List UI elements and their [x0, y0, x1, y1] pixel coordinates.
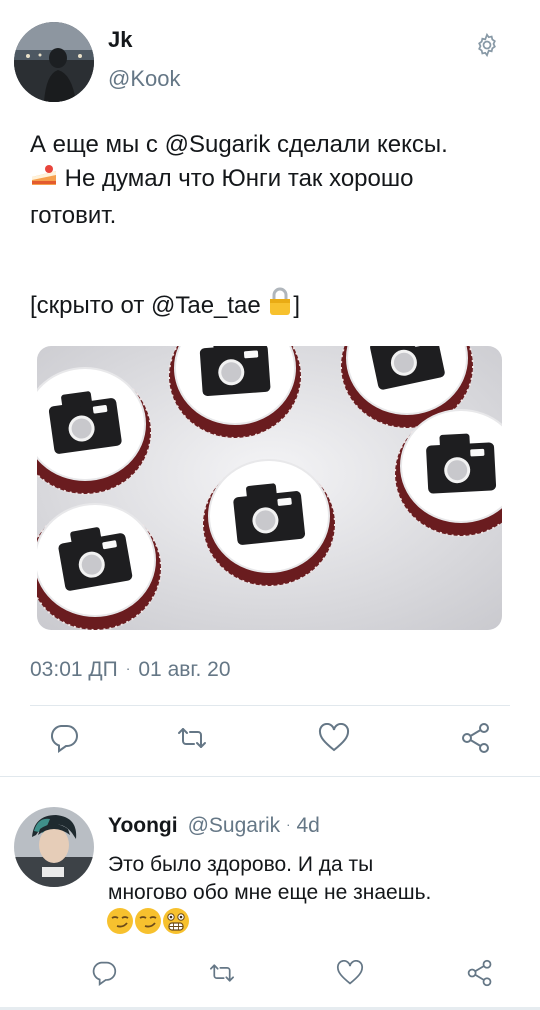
main-tweet: Jk @Kook А еще мы с @Sugarik сделали кек…	[0, 0, 540, 775]
reply-author-handle[interactable]: @Sugarik	[188, 814, 281, 837]
reply-emojis	[106, 907, 190, 937]
author-avatar[interactable]	[14, 22, 94, 102]
tweet-date: 01 авг. 20	[138, 658, 231, 681]
reply-tweet[interactable]: Yoongi @Sugarik · 4d Это было здорово. И да…	[0, 777, 540, 1010]
tweet-timestamp[interactable]: 03:01 ДП · 01 авг. 20	[30, 658, 231, 682]
smirk-emoji	[106, 907, 134, 940]
tweet-time: 03:01 ДП	[30, 658, 118, 681]
reply-age: 4d	[296, 814, 320, 837]
share-icon[interactable]	[462, 955, 498, 991]
heart-icon[interactable]	[316, 720, 352, 756]
reply-avatar[interactable]	[14, 807, 94, 887]
cake-emoji	[30, 163, 58, 199]
reply-author-name[interactable]: Yoongi	[108, 814, 178, 837]
author-name[interactable]: Jk	[108, 27, 132, 53]
gear-icon[interactable]	[474, 32, 500, 58]
timestamp-separator: ·	[125, 660, 131, 676]
tweet-text-line-3: готовит.	[30, 202, 117, 229]
reply-actions	[0, 955, 540, 991]
reply-separator: ·	[286, 817, 291, 832]
reply-header: Yoongi @Sugarik · 4d	[108, 814, 320, 838]
reply-text: Это было здорово. И да ты многово обо мн…	[108, 851, 528, 907]
hidden-from-note: [скрыто от @Tae_tae ]	[30, 286, 300, 326]
reply-icon[interactable]	[86, 955, 122, 991]
tweet-text: А еще мы с @Sugarik сделали кексы. Не ду…	[30, 128, 520, 233]
reply-text-line-1: Это было здорово. И да ты	[108, 853, 374, 876]
tweet-text-line-2: Не думал что Юнги так хорошо	[30, 162, 520, 199]
author-handle[interactable]: @Kook	[108, 66, 180, 92]
hidden-note-close: ]	[293, 292, 301, 319]
tweet-actions	[0, 720, 540, 760]
smirk-emoji	[134, 907, 162, 940]
heart-icon[interactable]	[332, 955, 368, 991]
reply-icon[interactable]	[46, 720, 82, 756]
hidden-note-open: [скрыто от @Tae_tae	[30, 292, 268, 319]
tweet-text-line-2-text: Не думал что Юнги так хорошо	[64, 165, 414, 192]
share-icon[interactable]	[458, 720, 494, 756]
retweet-icon[interactable]	[204, 955, 240, 991]
grimace-emoji	[162, 907, 190, 940]
tweet-text-line-1: А еще мы с @Sugarik сделали кексы.	[30, 131, 448, 158]
lock-emoji	[267, 286, 293, 326]
retweet-icon[interactable]	[174, 720, 210, 756]
divider	[30, 705, 510, 706]
reply-text-line-2: многово обо мне еще не знаешь.	[108, 881, 432, 904]
tweet-photo[interactable]	[37, 346, 502, 630]
